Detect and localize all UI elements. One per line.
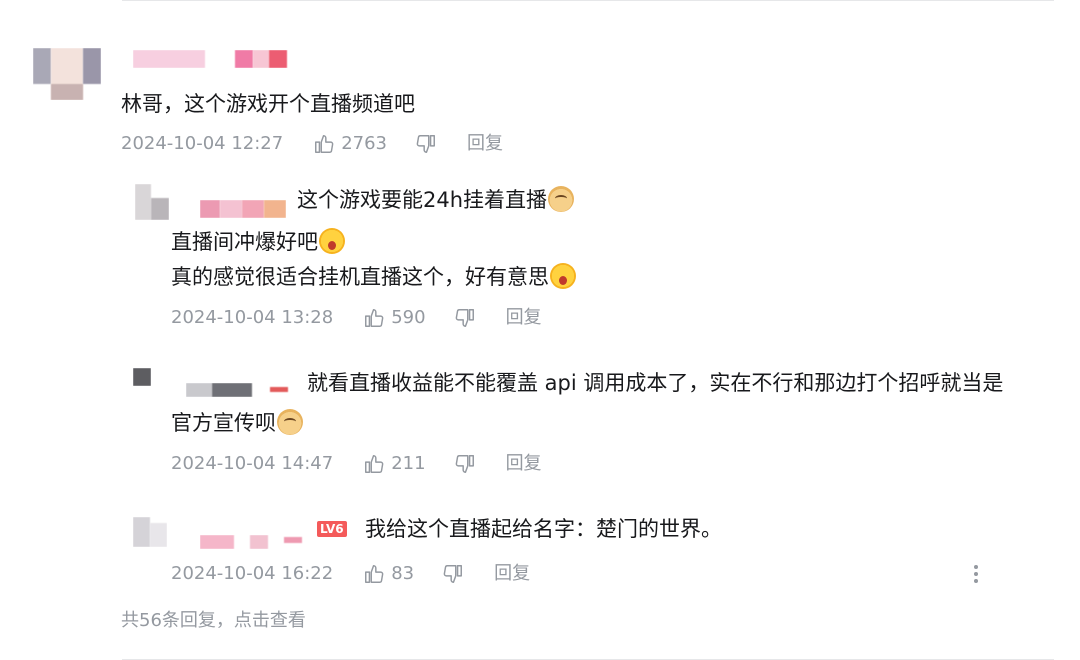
like-count: 2763: [341, 133, 388, 154]
thumb-up-icon: [365, 455, 384, 473]
like-button[interactable]: 2763: [313, 132, 387, 156]
reply-avatar[interactable]: [133, 368, 151, 386]
reply-text-line: 官方宣传呗: [171, 409, 303, 437]
dislike-button[interactable]: [454, 307, 476, 329]
thumb-up-icon: [365, 565, 384, 583]
avatar[interactable]: [33, 48, 101, 100]
reply-text-line: 真的感觉很适合挂机直播这个，好有意思: [171, 263, 576, 291]
thumb-down-icon: [455, 309, 474, 327]
thumb-up-icon: [315, 135, 334, 153]
reply-timestamp: 2024-10-04 13:28: [171, 307, 334, 328]
reply-button[interactable]: 回复: [494, 562, 530, 586]
reply-timestamp: 2024-10-04 16:22: [171, 563, 334, 584]
reply-timestamp: 2024-10-04 14:47: [171, 453, 334, 474]
like-button[interactable]: 590: [363, 306, 426, 330]
like-button[interactable]: 83: [363, 562, 414, 586]
dislike-button[interactable]: [454, 453, 476, 475]
reply-meta: 2024-10-04 16:22 83 回复: [171, 562, 530, 586]
reply-username[interactable]: [200, 535, 304, 549]
dislike-button[interactable]: [415, 133, 437, 155]
thumb-up-icon: [365, 309, 384, 327]
comment-meta: 2024-10-04 12:27 2763 回复: [121, 132, 503, 156]
shocked-emoji: [319, 228, 345, 254]
level-badge: LV6: [317, 521, 347, 537]
reply-avatar[interactable]: [135, 184, 169, 220]
reply-button[interactable]: 回复: [506, 452, 542, 476]
view-all-replies-link[interactable]: 共56条回复，点击查看: [121, 609, 306, 633]
reply-username[interactable]: [200, 200, 286, 218]
reply-meta: 2024-10-04 14:47 211 回复: [171, 452, 542, 476]
like-count: 83: [391, 563, 415, 584]
reply-text-line: 就看直播收益能不能覆盖 api 调用成本了，实在不行和那边打个招呼就当是: [307, 371, 1004, 395]
thumb-down-icon: [443, 565, 463, 583]
reply-button[interactable]: 回复: [506, 306, 542, 330]
thumb-down-icon: [455, 455, 474, 473]
comment-timestamp: 2024-10-04 12:27: [121, 133, 284, 154]
like-button[interactable]: 211: [363, 452, 426, 476]
thumb-down-icon: [416, 135, 435, 153]
reply-meta: 2024-10-04 13:28 590 回复: [171, 306, 542, 330]
dislike-button[interactable]: [442, 563, 464, 585]
reply-text-line: 直播间冲爆好吧: [171, 228, 345, 256]
username[interactable]: [133, 50, 288, 68]
top-divider: [122, 0, 1054, 1]
reply-text-line: 我给这个直播起给名字：楚门的世界。: [365, 517, 722, 541]
doge-emoji: [548, 186, 575, 212]
like-count: 211: [391, 453, 426, 474]
doge-emoji: [277, 409, 303, 435]
more-vertical-icon[interactable]: [967, 562, 985, 590]
reply-username[interactable]: [186, 383, 290, 397]
comment-text: 林哥，这个游戏开个直播频道吧: [121, 92, 415, 116]
shocked-emoji: [550, 263, 576, 289]
like-count: 590: [391, 307, 426, 328]
reply-text-line: 这个游戏要能24h挂着直播: [297, 186, 575, 214]
reply-button[interactable]: 回复: [467, 132, 503, 156]
reply-avatar[interactable]: [133, 517, 167, 547]
